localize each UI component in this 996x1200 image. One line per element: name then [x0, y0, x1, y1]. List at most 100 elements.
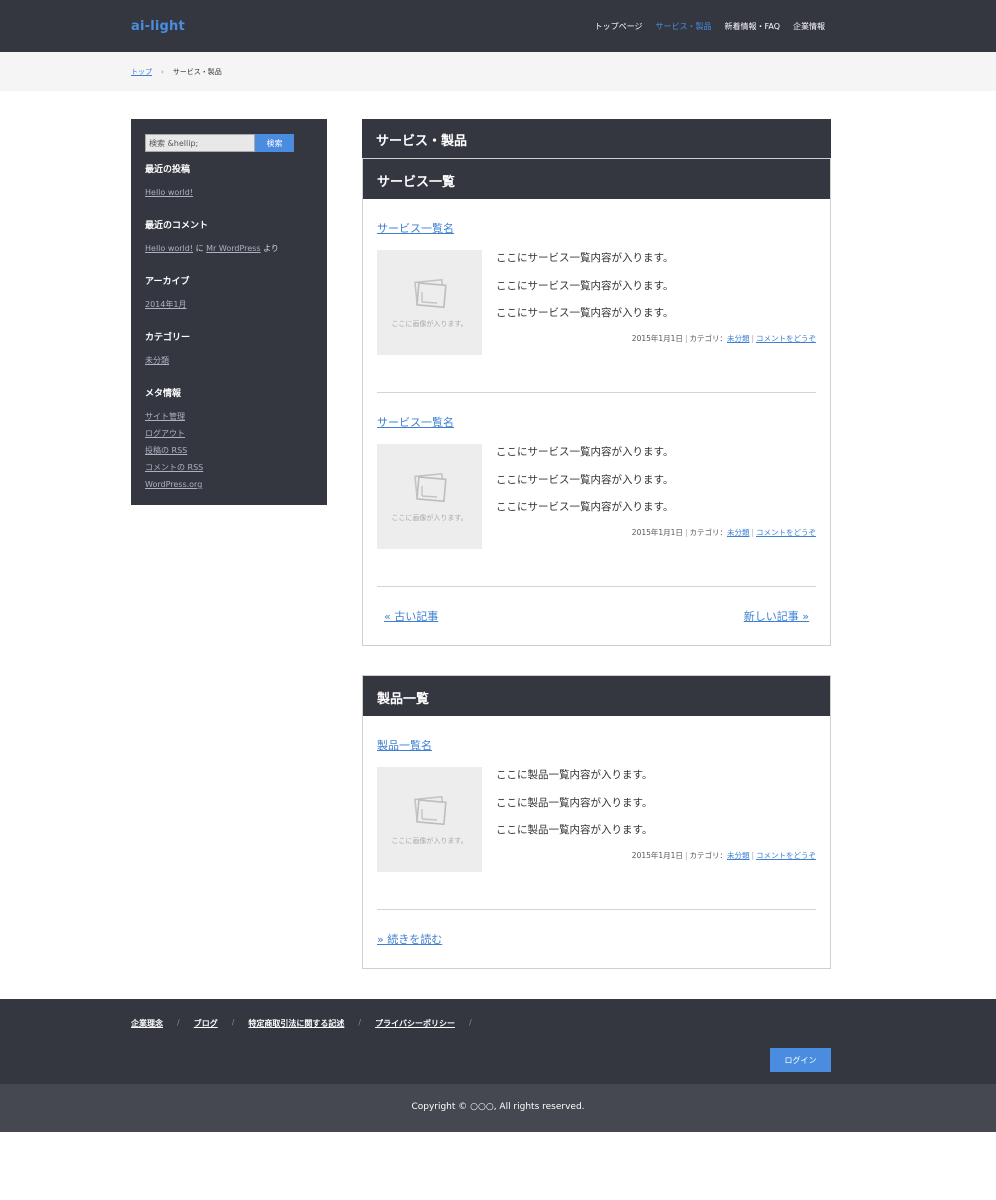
entry-line: ここに製品一覧内容が入ります。 — [496, 796, 653, 809]
footer-separator: / — [231, 1018, 235, 1027]
nav-item-company[interactable]: 企業情報 — [793, 21, 825, 32]
entry-meta: 2015年1月1日 | カテゴリ：未分類 | コメントをどうぞ — [632, 850, 816, 861]
entry-row: ここに画像が入ります。 ここにサービス一覧内容が入ります。 ここにサービス一覧内… — [377, 444, 816, 549]
entry-text: ここに製品一覧内容が入ります。 ここに製品一覧内容が入ります。 ここに製品一覧内… — [496, 767, 816, 872]
search-button[interactable]: 検索 — [255, 134, 294, 152]
meta-divider: | — [684, 851, 688, 860]
copyright: Copyright © ○○○, All rights reserved. — [411, 1102, 585, 1112]
meta-divider: | — [684, 528, 688, 537]
recent-post-link[interactable]: Hello world! — [145, 184, 313, 201]
services-box-body: サービス一覧名 ここに画像が入ります。 ここにサービス一覧内容が入ります。 ここ… — [363, 199, 830, 645]
image-placeholder-icon — [414, 278, 447, 308]
entry-thumbnail[interactable]: ここに画像が入ります。 — [377, 767, 482, 872]
entry-text: ここにサービス一覧内容が入ります。 ここにサービス一覧内容が入ります。 ここにサ… — [496, 444, 816, 549]
nav-item-services[interactable]: サービス・製品 — [656, 21, 712, 32]
footer-links: 企業理念 / ブログ / 特定商取引法に関する記述 / プライバシーポリシー / — [131, 1018, 472, 1029]
search-input[interactable] — [145, 134, 255, 152]
entry-category-label: カテゴリ： — [689, 528, 727, 537]
meta-title: メタ情報 — [145, 389, 182, 399]
comment-on-text: に — [195, 244, 204, 253]
entry-line: ここに製品一覧内容が入ります。 — [496, 769, 653, 781]
meta-divider: | — [684, 334, 688, 343]
entry-category-link[interactable]: 未分類 — [727, 851, 750, 860]
page-title: サービス・製品 — [362, 119, 831, 158]
site-logo[interactable]: ai-light — [131, 19, 185, 34]
entry-date: 2015年1月1日 — [631, 851, 683, 860]
entry-line: ここにサービス一覧内容が入ります。 — [496, 279, 674, 292]
entry-comment-link[interactable]: コメントをどうぞ — [756, 851, 816, 860]
entry-title-link[interactable]: サービス一覧名 — [377, 220, 454, 236]
entry-line: ここにサービス一覧内容が入ります。 — [496, 473, 674, 486]
entry-line: ここにサービス一覧内容が入ります。 — [496, 307, 674, 319]
meta-list: サイト管理 ログアウト 投稿の RSS コメントの RSS WordPress.… — [145, 408, 313, 493]
entry-line: ここにサービス一覧内容が入ります。 — [496, 501, 674, 513]
product-entry: 製品一覧名 ここに画像が入ります。 ここに製品一覧内容が入ります。 ここに製品一… — [377, 716, 816, 910]
meta-link-wordpress-org[interactable]: WordPress.org — [145, 476, 313, 493]
older-posts-link[interactable]: « 古い記事 — [384, 608, 438, 624]
breadcrumb-bar: トップ › サービス・製品 — [0, 52, 996, 91]
categories-title: カテゴリー — [145, 333, 191, 343]
login-button[interactable]: ログイン — [770, 1048, 831, 1072]
categories-list: 未分類 — [145, 352, 313, 369]
recent-comments-title: 最近のコメント — [145, 221, 209, 231]
category-link[interactable]: 未分類 — [145, 352, 313, 369]
entry-title-link[interactable]: 製品一覧名 — [377, 737, 432, 753]
entry-comment-link[interactable]: コメントをどうぞ — [756, 528, 816, 537]
footer-link-privacy[interactable]: プライバシーポリシー — [375, 1018, 455, 1029]
read-more-row: » 続きを読む — [377, 910, 816, 968]
footer-separator: / — [358, 1018, 362, 1027]
entry-date: 2015年1月1日 — [631, 334, 683, 343]
main-content: サービス・製品 サービス一覧 サービス一覧名 ここに画像が入ります。 ここにサー… — [362, 119, 831, 969]
entry-line: ここにサービス一覧内容が入ります。 — [496, 252, 674, 264]
service-entry: サービス一覧名 ここに画像が入ります。 ここにサービス一覧内容が入ります。 ここ… — [377, 199, 816, 393]
footer-separator: / — [177, 1018, 180, 1027]
search-form: 検索 — [145, 134, 313, 152]
meta-divider: | — [751, 851, 754, 860]
service-entry: サービス一覧名 ここに画像が入ります。 ここにサービス一覧内容が入ります。 ここ… — [377, 393, 816, 587]
thumbnail-label: ここに画像が入ります。 — [391, 320, 468, 328]
nav-item-top[interactable]: トップページ — [595, 21, 643, 32]
entry-meta: 2015年1月1日 | カテゴリ：未分類 | コメントをどうぞ — [632, 527, 816, 538]
image-placeholder-icon — [414, 795, 447, 825]
meta-link-comments-rss[interactable]: コメントの RSS — [145, 459, 313, 476]
meta-link-site-admin[interactable]: サイト管理 — [145, 408, 313, 425]
entry-row: ここに画像が入ります。 ここに製品一覧内容が入ります。 ここに製品一覧内容が入り… — [377, 767, 816, 872]
breadcrumb: トップ › サービス・製品 — [131, 67, 222, 77]
site-header: ai-light トップページ サービス・製品 新着情報・FAQ 企業情報 — [0, 0, 996, 52]
meta-link-logout[interactable]: ログアウト — [145, 425, 313, 442]
entry-category-link[interactable]: 未分類 — [727, 528, 750, 537]
image-placeholder-icon — [414, 472, 447, 502]
meta-divider: | — [751, 528, 754, 537]
entry-category-label: カテゴリ： — [689, 334, 727, 343]
newer-posts-link[interactable]: 新しい記事 » — [744, 608, 809, 624]
services-box-title: サービス一覧 — [363, 159, 830, 199]
entry-row: ここに画像が入ります。 ここにサービス一覧内容が入ります。 ここにサービス一覧内… — [377, 250, 816, 355]
nav-item-news-faq[interactable]: 新着情報・FAQ — [725, 21, 781, 32]
meta-divider: | — [751, 334, 754, 343]
comment-post-link[interactable]: Hello world! — [145, 244, 193, 253]
global-nav: トップページ サービス・製品 新着情報・FAQ 企業情報 — [595, 21, 825, 32]
read-more-link[interactable]: » 続きを読む — [377, 931, 442, 947]
entry-thumbnail[interactable]: ここに画像が入ります。 — [377, 444, 482, 549]
thumbnail-label: ここに画像が入ります。 — [391, 837, 468, 845]
entry-comment-link[interactable]: コメントをどうぞ — [756, 334, 816, 343]
recent-posts-list: Hello world! — [145, 184, 313, 201]
meta-link-posts-rss[interactable]: 投稿の RSS — [145, 442, 313, 459]
footer-link-philosophy[interactable]: 企業理念 — [131, 1018, 163, 1029]
entry-title-link[interactable]: サービス一覧名 — [377, 414, 454, 430]
sidebar: 検索 最近の投稿 Hello world! 最近のコメント Hello worl… — [131, 119, 327, 505]
comment-suffix-text: より — [263, 244, 279, 253]
comment-author-link[interactable]: Mr WordPress — [206, 244, 260, 253]
entry-category-link[interactable]: 未分類 — [727, 334, 750, 343]
footer-link-blog[interactable]: ブログ — [194, 1018, 218, 1029]
entry-date: 2015年1月1日 — [631, 528, 683, 537]
pagination: « 古い記事 新しい記事 » — [377, 587, 816, 645]
breadcrumb-home-link[interactable]: トップ — [131, 67, 152, 77]
entry-meta: 2015年1月1日 | カテゴリ：未分類 | コメントをどうぞ — [632, 333, 816, 344]
entry-line: ここに製品一覧内容が入ります。 — [496, 824, 653, 836]
archives-list: 2014年1月 — [145, 296, 313, 313]
footer-link-commerce-law[interactable]: 特定商取引法に関する記述 — [248, 1018, 344, 1029]
archive-link[interactable]: 2014年1月 — [145, 296, 313, 313]
entry-thumbnail[interactable]: ここに画像が入ります。 — [377, 250, 482, 355]
footer-separator: / — [468, 1018, 472, 1027]
